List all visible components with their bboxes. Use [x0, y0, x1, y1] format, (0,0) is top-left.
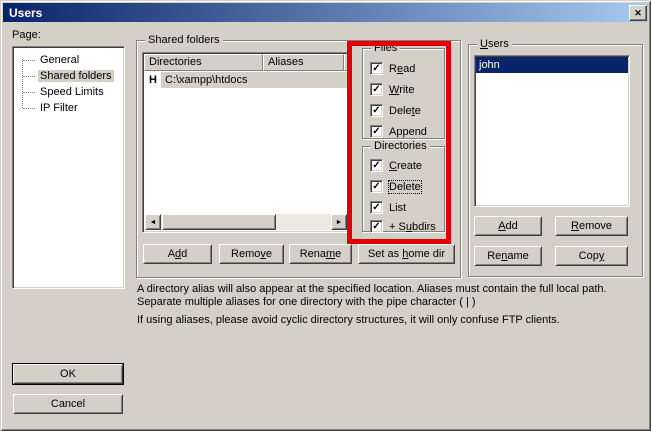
directories-listview: Directories Aliases H C:\xampp\htdocs ◄ …	[142, 52, 350, 233]
ok-button[interactable]: OK	[13, 364, 123, 384]
set-as-home-dir-button[interactable]: Set as home dir	[358, 244, 455, 264]
column-header-filler	[344, 54, 348, 71]
copy-user-button[interactable]: Copy	[555, 246, 628, 266]
checkbox-box[interactable]: ✓	[370, 104, 383, 117]
checkbox-box[interactable]: ✓	[370, 83, 383, 96]
close-button[interactable]: ✕	[629, 5, 647, 21]
page-item-general[interactable]: General	[13, 52, 124, 68]
directories-group-label: Directories	[371, 140, 430, 152]
check-icon: ✓	[372, 85, 380, 95]
scroll-left-icon: ◄	[150, 219, 157, 226]
remove-directory-button[interactable]: Remove	[219, 244, 284, 264]
column-header-directories[interactable]: Directories	[144, 54, 263, 71]
add-directory-button[interactable]: Add	[143, 244, 212, 264]
rename-user-button[interactable]: Rename	[474, 246, 542, 266]
home-directory-flag: H	[149, 72, 157, 88]
cancel-button[interactable]: Cancel	[13, 394, 123, 414]
check-icon: ✓	[372, 222, 380, 232]
remove-user-button[interactable]: Remove	[555, 216, 628, 236]
checkbox-files-read[interactable]: ✓ Read	[370, 62, 415, 75]
page-item-shared-folders[interactable]: Shared folders	[13, 68, 124, 84]
column-header-aliases[interactable]: Aliases	[263, 54, 344, 71]
page-label: Page:	[12, 29, 41, 41]
alias-description: A directory alias will also appear at th…	[137, 283, 639, 327]
checkbox-dirs-delete[interactable]: ✓ Delete	[370, 180, 421, 193]
checkbox-box[interactable]: ✓	[370, 180, 383, 193]
check-icon: ✓	[372, 161, 380, 171]
check-icon: ✓	[372, 182, 380, 192]
horizontal-scrollbar[interactable]: ◄ ►	[145, 214, 347, 230]
user-item-john[interactable]: john	[476, 57, 628, 73]
window-title: Users	[9, 6, 42, 20]
check-icon: ✓	[372, 127, 380, 137]
check-icon: ✓	[372, 106, 380, 116]
users-group-label: Users	[477, 38, 512, 50]
checkbox-box[interactable]: ✓	[370, 159, 383, 172]
checkbox-dirs-subdirs[interactable]: ✓ + Subdirs	[370, 220, 436, 233]
checkbox-files-write[interactable]: ✓ Write	[370, 83, 414, 96]
scrollbar-thumb[interactable]	[162, 214, 276, 230]
titlebar[interactable]: Users	[3, 3, 648, 22]
directory-row[interactable]: H C:\xampp\htdocs	[144, 72, 348, 88]
checkbox-dirs-create[interactable]: ✓ Create	[370, 159, 422, 172]
checkbox-files-delete[interactable]: ✓ Delete	[370, 104, 421, 117]
scroll-left-button[interactable]: ◄	[145, 214, 161, 230]
files-group-label: Files	[371, 42, 400, 54]
checkbox-box[interactable]: ✓	[370, 125, 383, 138]
scroll-right-icon: ►	[336, 219, 343, 226]
close-icon: ✕	[634, 8, 642, 19]
alias-description-line2: If using aliases, please avoid cyclic di…	[137, 314, 639, 327]
checkbox-dirs-list[interactable]: ✓ List	[370, 201, 406, 214]
page-tree: General Shared folders Speed Limits IP F…	[12, 46, 125, 289]
page-item-ip-filter[interactable]: IP Filter	[13, 100, 124, 116]
rename-directory-button[interactable]: Rename	[289, 244, 352, 264]
check-icon: ✓	[372, 64, 380, 74]
alias-description-line1: A directory alias will also appear at th…	[137, 283, 639, 309]
scroll-right-button[interactable]: ►	[331, 214, 347, 230]
page-item-speed-limits[interactable]: Speed Limits	[13, 84, 124, 100]
checkbox-files-append[interactable]: ✓ Append	[370, 125, 427, 138]
directory-path: C:\xampp\htdocs	[161, 72, 348, 88]
add-user-button[interactable]: Add	[474, 216, 542, 236]
users-listbox[interactable]: john	[474, 55, 630, 207]
checkbox-box[interactable]: ✓	[370, 220, 383, 233]
check-icon: ✓	[372, 203, 380, 213]
users-dialog: Users ✕ Page: General Shared folders Spe…	[0, 0, 651, 431]
shared-folders-group-label: Shared folders	[145, 34, 223, 46]
checkbox-box[interactable]: ✓	[370, 62, 383, 75]
checkbox-box[interactable]: ✓	[370, 201, 383, 214]
